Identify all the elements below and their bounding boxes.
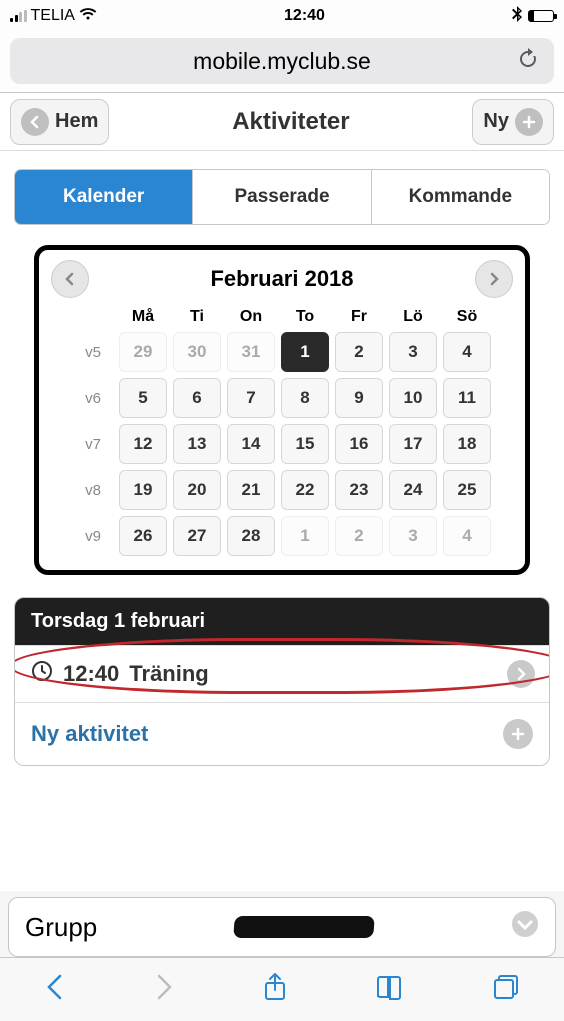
calendar-day[interactable]: 15 — [281, 424, 329, 464]
day-panel: Torsdag 1 februari 12:40 Träning Ny akti… — [14, 597, 550, 766]
calendar-day-header: Ti — [173, 308, 221, 326]
day-panel-date: Torsdag 1 februari — [15, 598, 549, 645]
browser-back-icon[interactable] — [44, 972, 66, 1007]
calendar-day[interactable]: 28 — [227, 516, 275, 556]
calendar-day[interactable]: 7 — [227, 378, 275, 418]
calendar-day[interactable]: 23 — [335, 470, 383, 510]
calendar-day[interactable]: 21 — [227, 470, 275, 510]
calendar-day[interactable]: 9 — [335, 378, 383, 418]
tab-kalender[interactable]: Kalender — [15, 170, 193, 224]
calendar-day[interactable]: 29 — [119, 332, 167, 372]
calendar-day-header: On — [227, 308, 275, 326]
chevron-right-icon — [507, 660, 535, 688]
calendar-day[interactable]: 1 — [281, 516, 329, 556]
page-header: Hem Aktiviteter Ny — [0, 93, 564, 151]
carrier-label: TELIA — [31, 7, 75, 25]
calendar-day[interactable]: 5 — [119, 378, 167, 418]
signal-bars-icon — [10, 10, 27, 22]
safari-toolbar — [0, 957, 564, 1021]
calendar-day[interactable]: 20 — [173, 470, 221, 510]
tabs-icon[interactable] — [492, 973, 520, 1006]
page-title: Aktiviteter — [232, 108, 349, 136]
calendar-day[interactable]: 8 — [281, 378, 329, 418]
calendar-grid: MåTiOnToFrLöSöv52930311234v6567891011v71… — [51, 308, 513, 556]
event-time: 12:40 — [63, 661, 119, 687]
redacted-scribble — [233, 916, 375, 938]
status-bar: TELIA 12:40 — [0, 0, 564, 32]
calendar-day-header: Sö — [443, 308, 491, 326]
event-title: Träning — [129, 661, 208, 687]
calendar-day-header: Lö — [389, 308, 437, 326]
arrow-left-icon — [21, 108, 49, 136]
wifi-icon — [79, 7, 97, 26]
calendar-day[interactable]: 31 — [227, 332, 275, 372]
calendar-day[interactable]: 26 — [119, 516, 167, 556]
view-tabs: KalenderPasseradeKommande — [14, 169, 550, 225]
status-time: 12:40 — [284, 7, 325, 25]
calendar-day[interactable]: 6 — [173, 378, 221, 418]
chevron-down-icon — [511, 910, 539, 945]
calendar-prev-button[interactable] — [51, 260, 89, 298]
url-bar[interactable]: mobile.myclub.se — [10, 38, 554, 84]
calendar-day[interactable]: 14 — [227, 424, 275, 464]
calendar-day[interactable]: 25 — [443, 470, 491, 510]
calendar-day[interactable]: 16 — [335, 424, 383, 464]
calendar-widget: Februari 2018 MåTiOnToFrLöSöv52930311234… — [34, 245, 530, 575]
content-area: KalenderPasseradeKommande Februari 2018 … — [0, 151, 564, 891]
calendar-day[interactable]: 11 — [443, 378, 491, 418]
calendar-day[interactable]: 2 — [335, 516, 383, 556]
calendar-day[interactable]: 17 — [389, 424, 437, 464]
group-label: Grupp — [25, 912, 97, 943]
calendar-day[interactable]: 30 — [173, 332, 221, 372]
back-button[interactable]: Hem — [10, 99, 109, 145]
tab-kommande[interactable]: Kommande — [372, 170, 549, 224]
new-button[interactable]: Ny — [472, 99, 554, 145]
url-text: mobile.myclub.se — [193, 48, 371, 75]
calendar-week-label: v5 — [73, 344, 113, 361]
calendar-day[interactable]: 13 — [173, 424, 221, 464]
calendar-day[interactable]: 3 — [389, 516, 437, 556]
calendar-day[interactable]: 3 — [389, 332, 437, 372]
calendar-day[interactable]: 27 — [173, 516, 221, 556]
new-activity-label: Ny aktivitet — [31, 721, 148, 747]
calendar-day[interactable]: 10 — [389, 378, 437, 418]
calendar-title: Februari 2018 — [210, 266, 353, 292]
clock-icon — [31, 660, 53, 688]
browser-forward-icon — [153, 972, 175, 1007]
back-label: Hem — [55, 110, 98, 133]
group-selector[interactable]: Grupp — [8, 897, 556, 957]
calendar-week-label: v8 — [73, 482, 113, 499]
calendar-day[interactable]: 1 — [281, 332, 329, 372]
browser-url-area: mobile.myclub.se — [0, 32, 564, 93]
tab-passerade[interactable]: Passerade — [193, 170, 371, 224]
calendar-week-label: v9 — [73, 528, 113, 545]
new-label: Ny — [483, 110, 509, 133]
calendar-day[interactable]: 24 — [389, 470, 437, 510]
calendar-day-header: Må — [119, 308, 167, 326]
plus-icon — [515, 108, 543, 136]
calendar-day[interactable]: 22 — [281, 470, 329, 510]
share-icon[interactable] — [262, 972, 288, 1007]
battery-icon — [528, 10, 554, 22]
calendar-day[interactable]: 4 — [443, 516, 491, 556]
calendar-week-label: v6 — [73, 390, 113, 407]
bluetooth-icon — [512, 6, 522, 27]
new-activity-button[interactable]: Ny aktivitet — [15, 702, 549, 765]
plus-icon — [503, 719, 533, 749]
calendar-day[interactable]: 2 — [335, 332, 383, 372]
event-row[interactable]: 12:40 Träning — [15, 645, 549, 702]
calendar-day-header: To — [281, 308, 329, 326]
calendar-day[interactable]: 19 — [119, 470, 167, 510]
calendar-day[interactable]: 4 — [443, 332, 491, 372]
bookmarks-icon[interactable] — [375, 974, 405, 1005]
calendar-week-label: v7 — [73, 436, 113, 453]
calendar-day[interactable]: 12 — [119, 424, 167, 464]
calendar-next-button[interactable] — [475, 260, 513, 298]
calendar-day-header: Fr — [335, 308, 383, 326]
reload-icon[interactable] — [516, 47, 540, 76]
calendar-day[interactable]: 18 — [443, 424, 491, 464]
